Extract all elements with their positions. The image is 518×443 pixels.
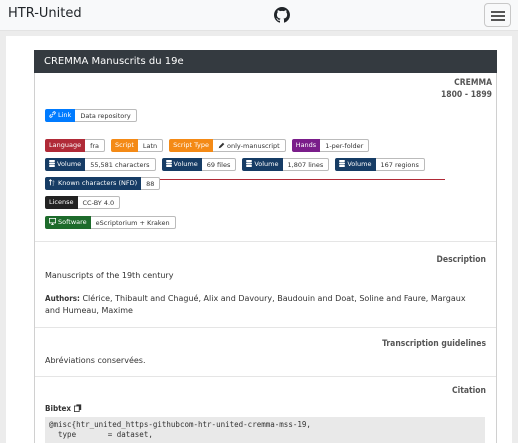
- volume-row: Volume 55,581 characters Volume 69 files…: [45, 158, 431, 171]
- script-type-badge: Script Type only-manuscript: [169, 139, 286, 152]
- dataset-card: CREMMA Manuscrits du 19e CREMMA 1800 - 1…: [34, 50, 497, 443]
- project-name: CREMMA: [454, 78, 492, 88]
- database-icon: [165, 160, 172, 167]
- divider: [35, 376, 496, 377]
- brand-link[interactable]: HTR-United: [8, 6, 82, 21]
- date-block: CREMMA 1800 - 1899: [441, 77, 492, 101]
- divider: [35, 327, 496, 328]
- software-badge: Software eScriptorium + Kraken: [45, 216, 176, 229]
- license-badge: License CC-BY 4.0: [45, 196, 121, 209]
- bibtex-code: @misc{htr_united_https-githubcom-htr-uni…: [45, 417, 485, 443]
- copy-icon[interactable]: [73, 404, 82, 412]
- citation-title: Citation: [451, 386, 486, 396]
- known-characters-row: a z Known characters (NFD) 88: [45, 177, 166, 190]
- card-title: CREMMA Manuscrits du 19e: [34, 50, 497, 73]
- link-icon: [49, 111, 56, 118]
- volume-lines-badge: Volume 1,807 lines: [242, 158, 330, 171]
- volume-characters-badge: Volume 55,581 characters: [45, 158, 156, 171]
- database-icon: [49, 160, 55, 167]
- pen-icon: [218, 142, 225, 149]
- bibtex-label: Bibtex: [45, 403, 84, 415]
- volume-regions-badge: Volume 167 regions: [335, 158, 425, 171]
- license-row: License CC-BY 4.0: [45, 196, 126, 209]
- navbar: HTR-United: [0, 0, 518, 31]
- link-row: Link Data repository: [45, 109, 143, 122]
- data-repository-link[interactable]: Link Data repository: [45, 109, 137, 122]
- monitor-icon: [49, 218, 56, 225]
- divider: [35, 241, 496, 242]
- authors-label: Authors:: [45, 294, 80, 303]
- menu-toggle-button[interactable]: [484, 3, 511, 27]
- hamburger-icon: [491, 11, 505, 13]
- metadata-row: Language fra Script Latn Script Type onl…: [45, 139, 375, 152]
- database-icon: [246, 160, 253, 167]
- database-icon: [339, 160, 346, 167]
- guidelines-title: Transcription guidelines: [382, 339, 486, 349]
- sort-icon: az: [49, 179, 55, 186]
- hands-badge: Hands 1-per-folder: [291, 139, 370, 152]
- language-badge: Language fra: [45, 139, 106, 152]
- description-text: Manuscripts of the 19th century: [45, 271, 174, 280]
- guidelines-text: Abréviations conservées.: [45, 356, 146, 365]
- github-icon[interactable]: [274, 7, 290, 23]
- description-title: Description: [436, 255, 486, 265]
- known-characters-badge: a z Known characters (NFD) 88: [45, 177, 161, 190]
- script-badge: Script Latn: [111, 139, 164, 152]
- date-range: 1800 - 1899: [440, 90, 492, 100]
- software-row: Software eScriptorium + Kraken: [45, 216, 182, 229]
- authors-text: Authors: Clérice, Thibault and Chagué, A…: [45, 294, 466, 315]
- volume-files-badge: Volume 69 files: [161, 158, 237, 171]
